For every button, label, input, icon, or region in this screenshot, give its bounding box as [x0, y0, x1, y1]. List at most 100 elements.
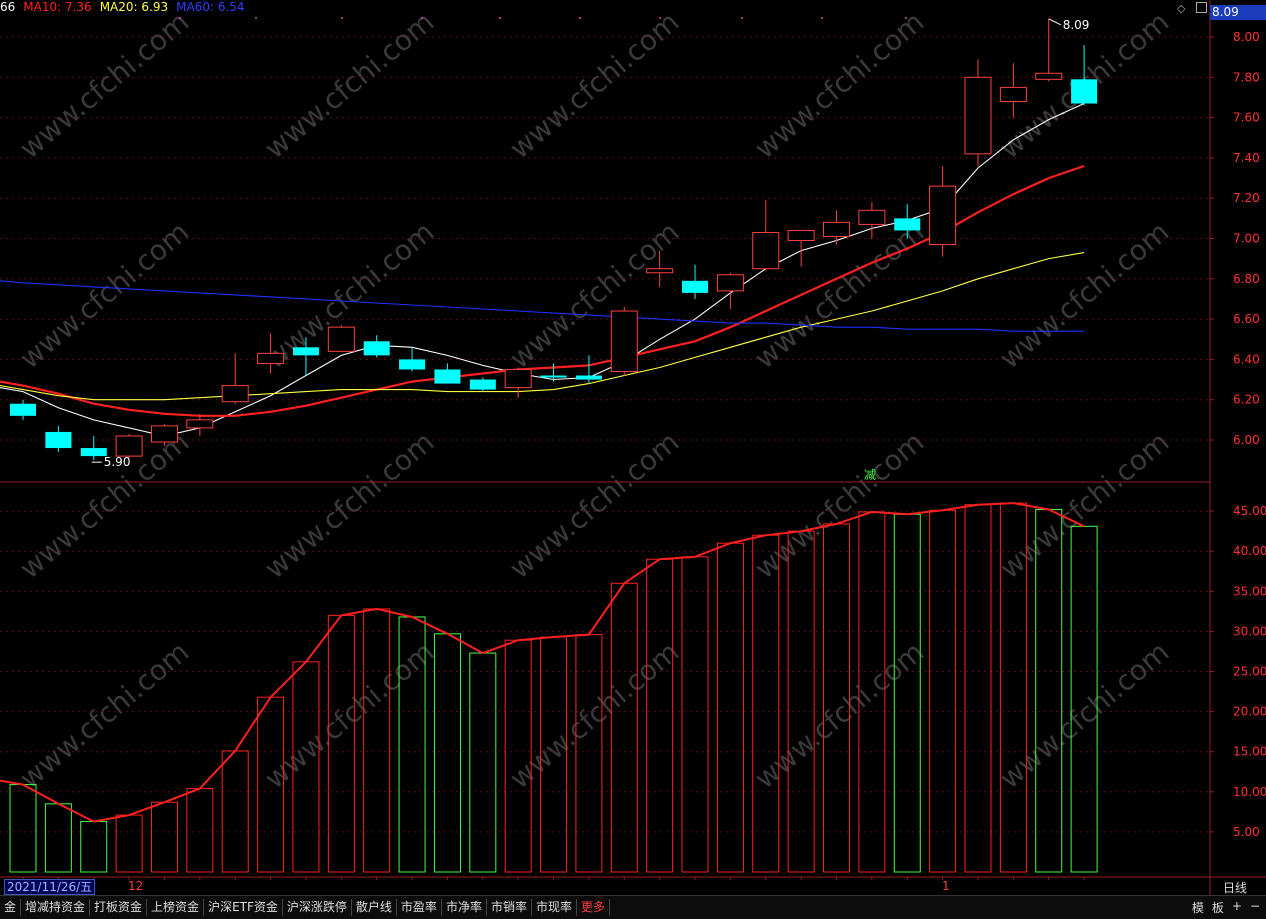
indicator-bar [469, 652, 497, 873]
candle-body-up [504, 368, 532, 389]
watermark-text: www.cfchi.com [748, 5, 930, 165]
low-label: 5.90 [104, 455, 131, 469]
indicator-bar [787, 530, 815, 873]
tab-pcf-ratio[interactable]: 市现率 [532, 899, 577, 916]
watermark-text: www.cfchi.com [258, 5, 440, 165]
price-tick-label: 7.20 [1233, 191, 1260, 205]
tab-pe-ratio[interactable]: 市盈率 [397, 899, 442, 916]
candle-body-down [1071, 79, 1098, 104]
ma20-legend: MA20: 6.93 [99, 0, 169, 14]
candle-body-down [434, 369, 461, 384]
marker-dot [341, 17, 343, 19]
candle-body-up [752, 231, 780, 270]
candle-body-up [858, 209, 886, 225]
price-tick-label: 6.00 [1233, 433, 1260, 447]
marker-dot [905, 17, 907, 19]
indicator-bar [186, 788, 214, 873]
maximize-icon[interactable] [1196, 2, 1207, 13]
candle-body-up [1035, 72, 1063, 80]
marker-dot [255, 17, 257, 19]
candle-body-up [787, 229, 815, 242]
zoom-in-button[interactable]: + [1232, 899, 1242, 916]
indicator-bar [716, 542, 744, 873]
candle-body-down [292, 347, 319, 356]
watermark-text: www.cfchi.com [748, 425, 930, 585]
watermark-text: www.cfchi.com [993, 215, 1175, 375]
indicator-bar [150, 801, 178, 873]
diamond-icon[interactable]: ◇ [1177, 2, 1185, 15]
right-buttons: 模 板 + − [1192, 899, 1260, 916]
indicator-bar [752, 534, 780, 873]
marker-dot [499, 17, 501, 19]
marker-dot [579, 17, 581, 19]
high-pointer [1048, 18, 1061, 26]
tab-pb-ratio[interactable]: 市净率 [442, 899, 487, 916]
signal-label: 减 [864, 468, 876, 482]
tab-limit-updown[interactable]: 沪深涨跌停 [283, 899, 352, 916]
indicator-tick-label: 10.00 [1233, 785, 1266, 799]
indicator-bar [575, 634, 603, 873]
indicator-bar [929, 509, 957, 873]
tab-more[interactable]: 更多 [577, 899, 610, 916]
watermark-text: www.cfchi.com [258, 425, 440, 585]
indicator-tab-bar: 金 增减持资金 打板资金 上榜资金 沪深ETF资金 沪深涨跌停 散户线 市盈率 … [0, 895, 1266, 919]
month-mark-jan: 1 [942, 879, 950, 893]
price-tick-label: 7.40 [1233, 151, 1260, 165]
indicator-tick-label: 5.00 [1233, 825, 1260, 839]
template-button[interactable]: 模 [1192, 899, 1204, 916]
tab-holdings-change[interactable]: 增减持资金 [21, 899, 91, 916]
watermark-text: www.cfchi.com [748, 635, 930, 795]
candle-body-up [257, 352, 285, 364]
candle-body-up [115, 435, 143, 457]
candle-body-up [964, 76, 992, 155]
price-tick-label: 8.00 [1233, 30, 1260, 44]
indicator-tick-label: 35.00 [1233, 584, 1266, 598]
indicator-bar [893, 513, 921, 873]
tab-list-funds[interactable]: 上榜资金 [147, 899, 205, 916]
indicator-bar [681, 556, 709, 873]
tab-ps-ratio[interactable]: 市销率 [487, 899, 532, 916]
price-tick-label: 6.40 [1233, 352, 1260, 366]
candle-body-up [221, 385, 249, 403]
candle-body-down [10, 403, 36, 416]
watermark-group: www.cfchi.com www.cfchi.com www.cfchi.com w… [13, 5, 1175, 795]
tab-funds-partial[interactable]: 金 [0, 899, 22, 916]
zoom-out-button[interactable]: − [1250, 899, 1260, 916]
indicator-tick-label: 15.00 [1233, 745, 1266, 759]
period-label[interactable]: 日线 [1223, 879, 1247, 896]
indicator-bar [115, 814, 143, 873]
candle-body-down [469, 379, 496, 390]
price-tick-label: 6.60 [1233, 312, 1260, 326]
candle-body-down [575, 375, 602, 380]
ma10-legend: MA10: 7.36 [23, 0, 92, 14]
candle-body-down [894, 218, 921, 231]
candle-body-up [646, 268, 674, 274]
indicator-bar [363, 608, 391, 873]
watermark-text: www.cfchi.com [503, 215, 685, 375]
price-tick-label: 7.00 [1233, 232, 1260, 246]
indicator-bar [221, 750, 249, 873]
marker-dot [659, 17, 661, 19]
price-tick-label: 6.80 [1233, 272, 1260, 286]
candle-body-up [716, 274, 744, 292]
ma-line-ma5 [0, 102, 1085, 437]
candle-body-down [682, 280, 709, 293]
cursor-date-label: 2021/11/26/五 [4, 879, 96, 895]
board-button[interactable]: 板 [1212, 899, 1224, 916]
stock-chart[interactable]: www.cfchi.com www.cfchi.com www.cfchi.com w… [0, 0, 1266, 895]
indicator-bar [964, 504, 992, 873]
candle-body-up [929, 185, 957, 246]
watermark-text: www.cfchi.com [13, 5, 195, 165]
indicator-tick-label: 40.00 [1233, 544, 1266, 558]
watermark-text: www.cfchi.com [993, 635, 1175, 795]
tab-limit-funds[interactable]: 打板资金 [90, 899, 148, 916]
marker-dot [821, 17, 823, 19]
current-price-tag: 8.09 [1210, 5, 1266, 20]
watermark-text: www.cfchi.com [503, 5, 685, 165]
tab-etf-funds[interactable]: 沪深ETF资金 [204, 899, 283, 916]
tab-retail-line[interactable]: 散户线 [352, 899, 397, 916]
indicator-tick-label: 25.00 [1233, 665, 1266, 679]
indicator-bar [80, 820, 108, 873]
candle-body-up [186, 419, 214, 429]
candle-body-up [610, 310, 638, 372]
